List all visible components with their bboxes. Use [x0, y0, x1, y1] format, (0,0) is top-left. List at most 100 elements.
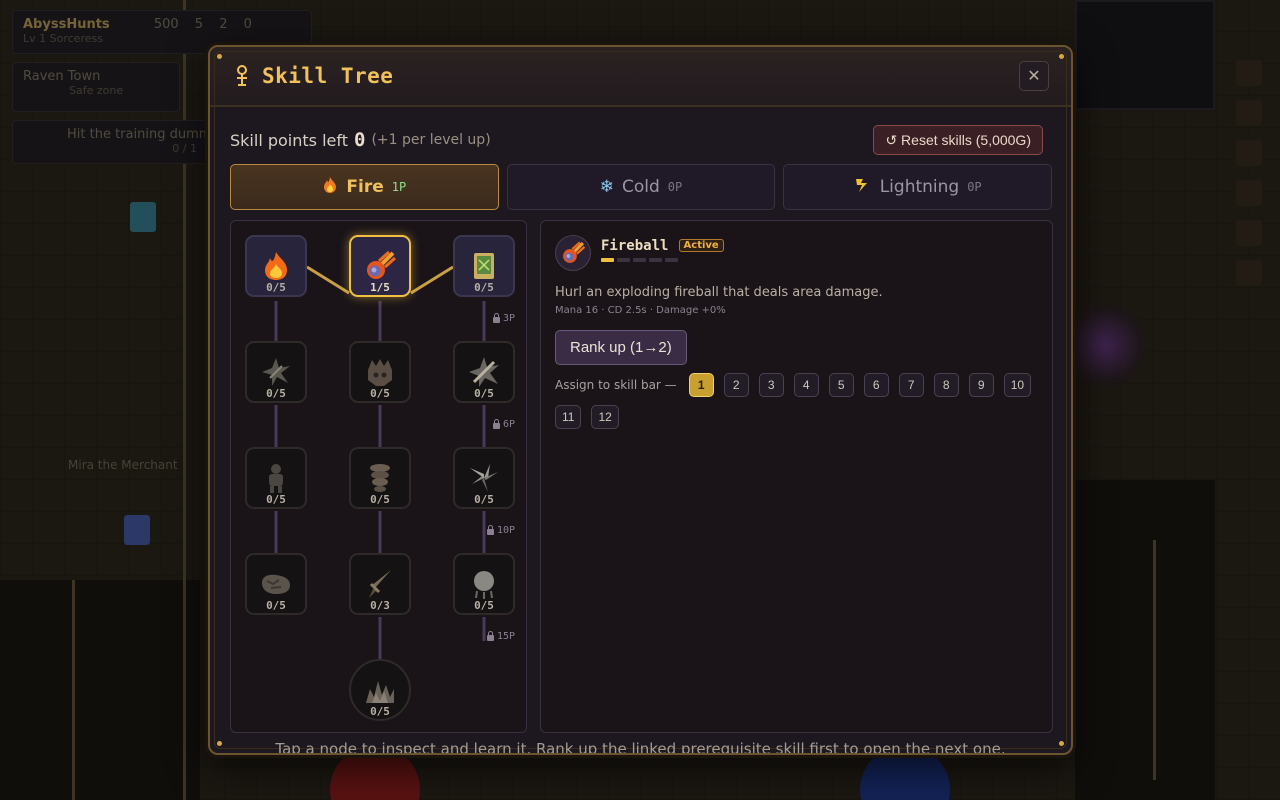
- corner-ornament: [1059, 741, 1064, 746]
- lock-requirement: 10P: [487, 525, 515, 536]
- lock-points: 6P: [503, 419, 516, 430]
- skill-node[interactable]: 0/5: [453, 447, 515, 509]
- node-rank: 0/5: [474, 493, 494, 506]
- rank-pip: [601, 258, 614, 262]
- node-rank: 0/5: [266, 281, 286, 294]
- node-rank: 0/5: [474, 281, 494, 294]
- close-button[interactable]: ✕: [1019, 61, 1049, 91]
- element-tabs: Fire 1P ❄ Cold 0P Lightning 0P: [230, 164, 1053, 210]
- skill-node[interactable]: 0/5: [349, 341, 411, 403]
- skill-bar-slot[interactable]: 3: [758, 373, 784, 397]
- lock-points: 3P: [503, 313, 516, 324]
- node-rank: 0/5: [266, 599, 286, 612]
- skill-node[interactable]: 0/3: [349, 553, 411, 615]
- lock-requirement: 15P: [487, 631, 515, 642]
- node-rank: 0/5: [370, 493, 390, 506]
- shards-icon: [470, 464, 498, 492]
- rank-pip: [665, 258, 678, 262]
- node-rank: 0/5: [474, 387, 494, 400]
- fire-icon: [322, 176, 338, 198]
- tab-cold[interactable]: ❄ Cold 0P: [506, 164, 776, 210]
- skill-bar-slot[interactable]: 5: [828, 373, 854, 397]
- lock-icon: [487, 631, 494, 641]
- skill-tree-modal: Skill Tree ✕ Skill points left 0 (+1 per…: [208, 45, 1073, 755]
- skill-bar-assign: Assign to skill bar — 1 2 3 4 5 6 7 8 9 10 11 12: [555, 373, 1035, 429]
- meteor-icon: [474, 571, 494, 599]
- skill-node[interactable]: 0/5: [245, 447, 307, 509]
- skill-bar-slot[interactable]: 12: [591, 405, 619, 429]
- tab-label: Lightning: [879, 177, 960, 197]
- skill-type-badge: Active: [678, 239, 724, 252]
- rank-pip: [633, 258, 646, 262]
- tab-lightning[interactable]: Lightning 0P: [783, 164, 1053, 210]
- skill-node[interactable]: 0/5: [453, 553, 515, 615]
- skill-node[interactable]: 0/5: [349, 447, 411, 509]
- inferno-icon: [366, 681, 394, 703]
- rank-pip: [649, 258, 662, 262]
- lock-points: 10P: [497, 525, 516, 536]
- skill-node[interactable]: 0/5: [453, 235, 515, 297]
- lightning-icon: [854, 176, 872, 198]
- modal-header: Skill Tree ✕: [210, 47, 1071, 107]
- skill-bar-slot[interactable]: 8: [933, 373, 959, 397]
- skill-node-fireball[interactable]: 1/5: [349, 235, 411, 297]
- spellbook-icon: [474, 253, 494, 279]
- skill-node[interactable]: 0/5: [245, 553, 307, 615]
- fireball-icon: [367, 250, 397, 279]
- skill-detail-header: Fireball Active: [555, 235, 1038, 271]
- node-rank: 1/5: [370, 281, 390, 294]
- skill-detail-panel: Fireball Active Hurl an exploding fireba…: [540, 220, 1053, 733]
- tab-points: 0P: [667, 180, 683, 194]
- node-rank: 0/5: [370, 705, 390, 718]
- rank-up-button[interactable]: Rank up (1→2): [555, 330, 687, 365]
- lock-requirement: 3P: [493, 313, 515, 324]
- points-hint: (+1 per level up): [371, 132, 491, 148]
- assign-label: Assign to skill bar —: [555, 378, 677, 392]
- skill-bar-slot[interactable]: 10: [1003, 373, 1032, 397]
- skill-bar-slot[interactable]: 7: [898, 373, 924, 397]
- skill-bar-slot[interactable]: 6: [863, 373, 889, 397]
- skill-points-row: Skill points left 0 (+1 per level up) ↺ …: [230, 125, 1043, 155]
- skill-node[interactable]: 0/5: [453, 341, 515, 403]
- tab-points: 1P: [391, 180, 407, 194]
- skill-bar-slot[interactable]: 4: [793, 373, 819, 397]
- tab-fire[interactable]: Fire 1P: [230, 164, 499, 210]
- node-rank: 0/5: [474, 599, 494, 612]
- skill-node-ultimate[interactable]: 0/5: [349, 659, 411, 721]
- beast-icon: [368, 359, 392, 386]
- skill-name: Fireball: [601, 238, 669, 254]
- corner-ornament: [1059, 54, 1064, 59]
- reset-skills-button[interactable]: ↺ Reset skills (5,000G): [873, 125, 1043, 155]
- tab-label: Cold: [622, 177, 660, 197]
- node-rank: 0/5: [266, 493, 286, 506]
- skill-node[interactable]: 0/5: [245, 235, 307, 297]
- lock-requirement: 6P: [493, 419, 515, 430]
- boulder-icon: [262, 574, 290, 594]
- node-rank: 0/5: [266, 387, 286, 400]
- rank-pips: [601, 258, 724, 262]
- reset-label: ↺ Reset skills (5,000G): [885, 131, 1031, 148]
- modal-title: Skill Tree: [262, 64, 394, 88]
- skill-tree-icon: [237, 65, 247, 86]
- points-value: 0: [353, 129, 366, 151]
- points-label: Skill points left: [230, 130, 348, 150]
- skill-bar-slot[interactable]: 2: [723, 373, 749, 397]
- skill-bar-slot[interactable]: 9: [968, 373, 994, 397]
- corner-ornament: [217, 741, 222, 746]
- blade-icon: [369, 570, 391, 598]
- skill-bar-slot[interactable]: 1: [688, 373, 714, 397]
- corner-ornament: [217, 54, 222, 59]
- lock-icon: [493, 313, 500, 323]
- lock-icon: [487, 525, 494, 535]
- rank-pip: [617, 258, 630, 262]
- snowflake-icon: ❄: [599, 176, 614, 197]
- skill-bar-slot[interactable]: 11: [555, 405, 582, 429]
- burst-icon: [262, 358, 290, 386]
- skill-node[interactable]: 0/5: [245, 341, 307, 403]
- tab-points: 0P: [967, 180, 982, 194]
- tab-label: Fire: [346, 177, 384, 197]
- lock-points: 15P: [497, 631, 516, 642]
- node-rank: 0/3: [370, 599, 390, 612]
- fireball-icon: [555, 235, 591, 271]
- vortex-icon: [370, 464, 390, 492]
